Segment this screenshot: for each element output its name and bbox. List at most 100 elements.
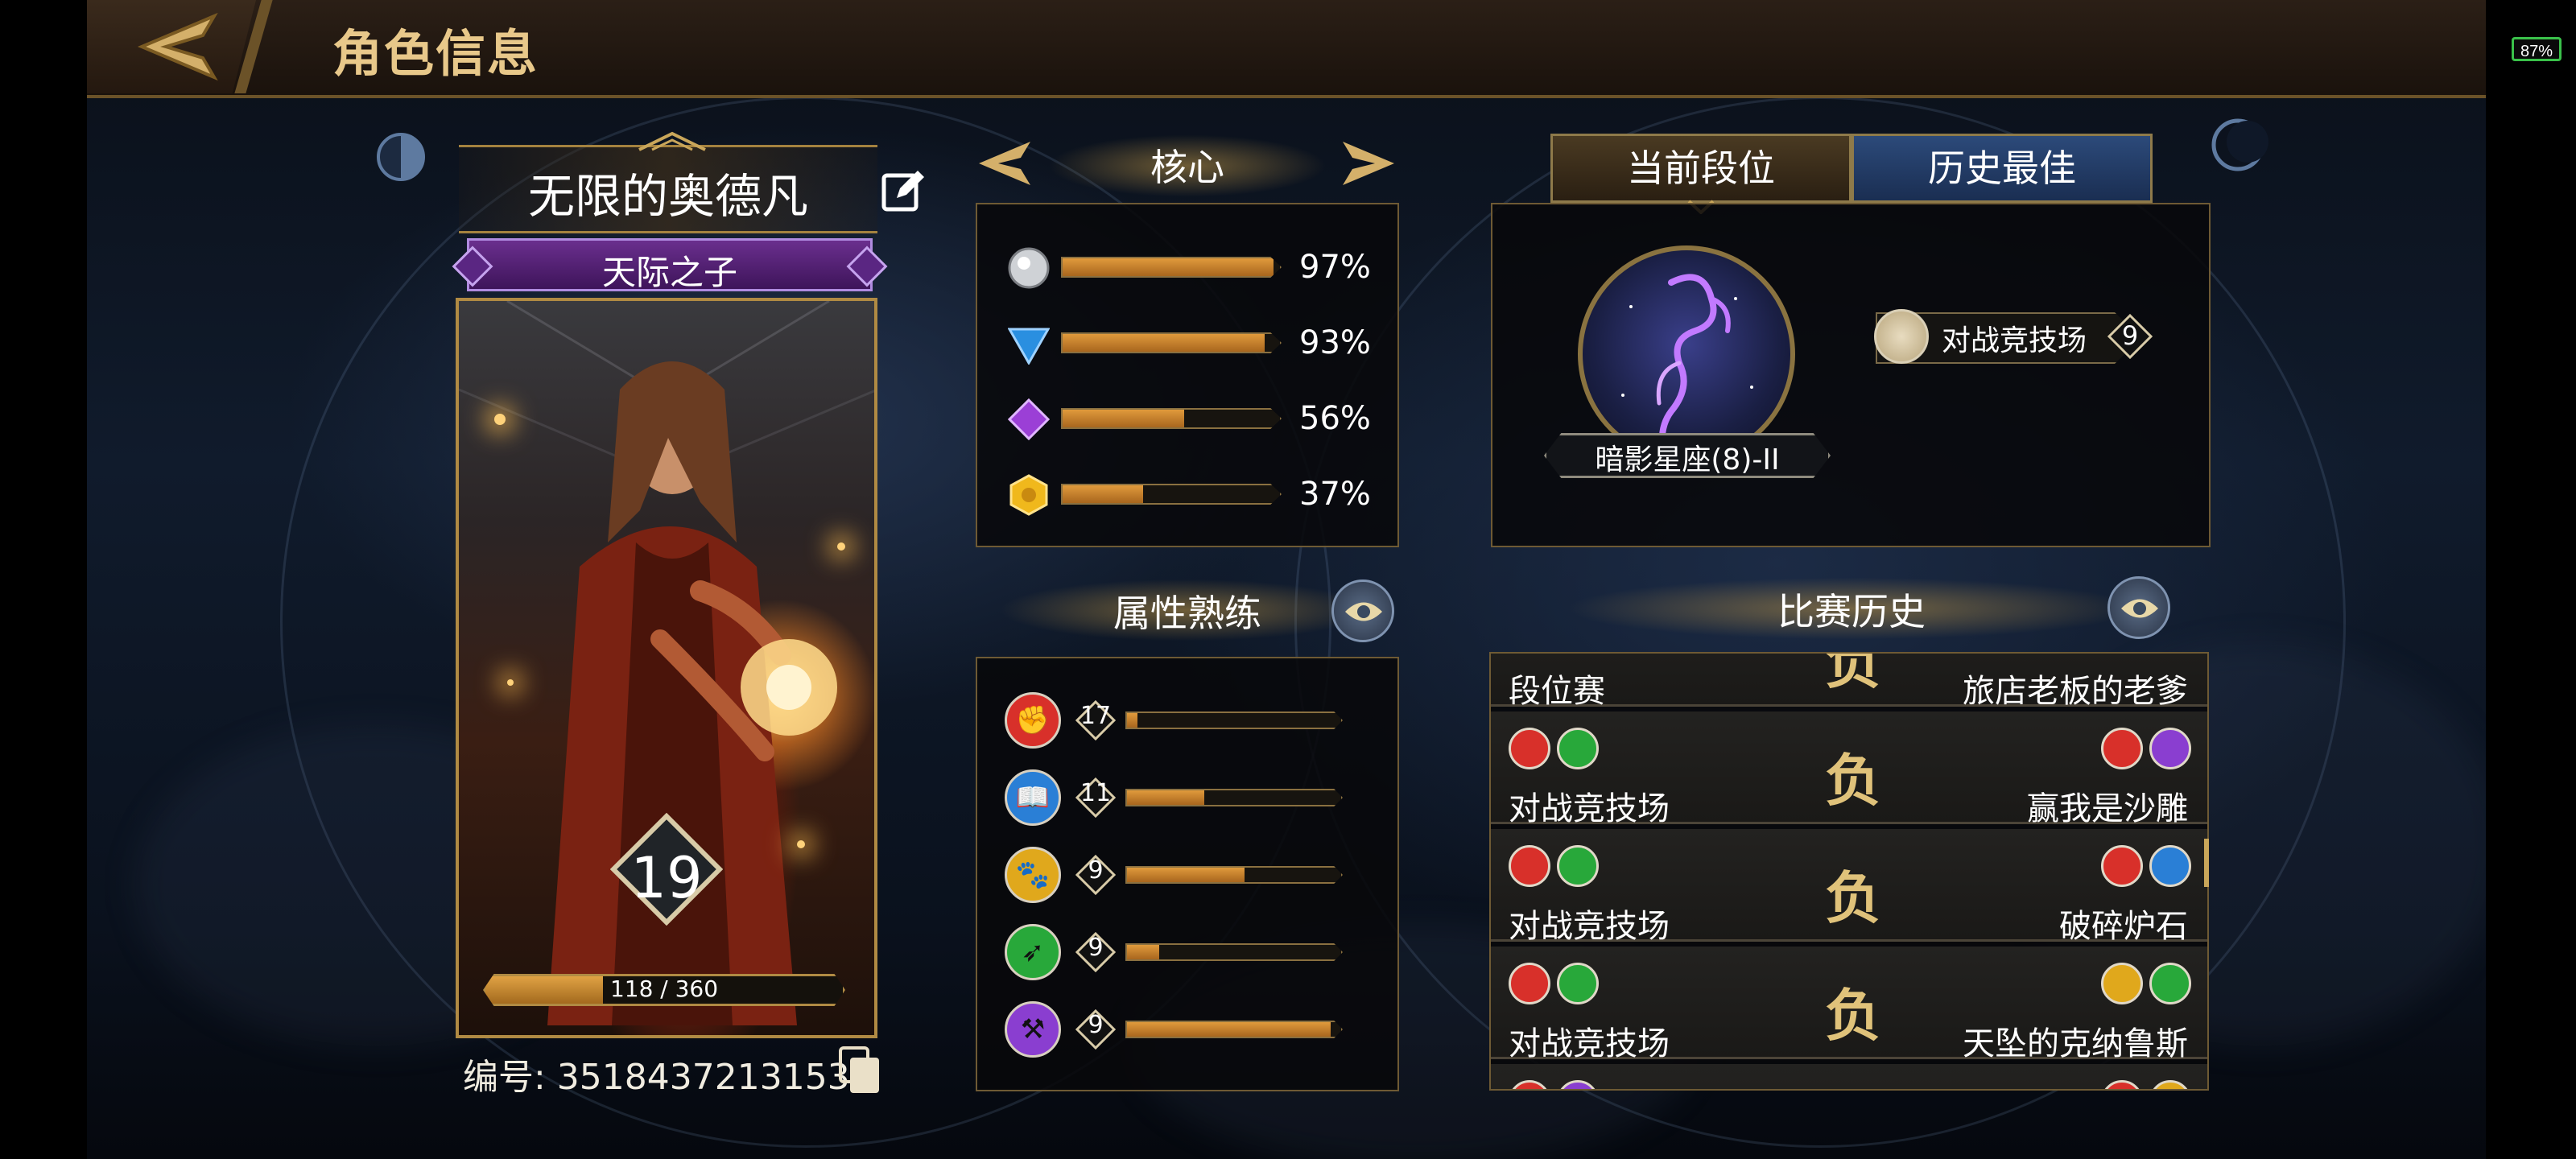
xp-progress-text: 118 / 360	[609, 975, 719, 1002]
green-arrow-icon: ➶	[1005, 924, 1061, 980]
red-fist-icon	[2101, 845, 2143, 887]
ember-light	[797, 840, 805, 848]
match-mode: 对战竞技场	[1509, 908, 1670, 945]
core-next-arrow-icon[interactable]	[1340, 137, 1399, 190]
back-button[interactable]	[87, 0, 256, 93]
match-history-list[interactable]: 负 段位赛 旅店老板的老爹 负 对战竞技场 赢我是沙雕 负 对战竞技场 破碎炉石…	[1489, 652, 2209, 1091]
attribute-level: 9	[1088, 934, 1104, 962]
attribute-progress-bar	[1125, 1021, 1343, 1038]
core-progress-bar	[1061, 484, 1282, 505]
copy-id-icon[interactable]	[837, 1045, 882, 1096]
attribute-progress-bar	[1125, 711, 1343, 729]
attributes-eye-button[interactable]	[1331, 580, 1394, 642]
ember-light	[507, 679, 514, 686]
core-percent: 37%	[1299, 476, 1371, 513]
red-fist-icon	[1509, 963, 1550, 1004]
match-result: 负	[1825, 982, 1881, 1049]
core-percent: 93%	[1299, 324, 1371, 361]
core-title: 核心	[1150, 146, 1224, 189]
attribute-row: ⚒ 9	[977, 993, 1396, 1070]
player-name-plate: 无限的奥德凡	[459, 145, 877, 233]
green-arrow-icon	[1557, 845, 1599, 887]
core-progress-bar	[1061, 332, 1282, 353]
match-opponent: 赢我是沙雕	[2027, 790, 2188, 827]
core-progress-bar	[1061, 408, 1282, 429]
red-fist-icon	[1509, 1080, 1550, 1089]
player-id: 编号: 35184372131538	[463, 1057, 873, 1098]
attribute-level: 11	[1080, 779, 1112, 807]
match-result: 负	[1825, 747, 1881, 814]
history-eye-button[interactable]	[2107, 576, 2170, 639]
ember-light	[837, 542, 845, 551]
silver-orb-icon	[1008, 247, 1050, 289]
core-progress-fill	[1063, 334, 1265, 352]
history-title: 比赛历史	[1777, 590, 1926, 633]
attribute-progress-fill	[1127, 1022, 1331, 1037]
match-result: 负	[1825, 864, 1881, 931]
green-arrow-icon	[1557, 963, 1599, 1004]
attribute-progress-fill	[1127, 790, 1204, 805]
player-name: 无限的奥德凡	[527, 169, 808, 224]
match-row[interactable]: 负 段位赛 旅店老板的老爹	[1491, 652, 2207, 710]
crescent-ornament-icon	[2211, 118, 2268, 171]
red-fist-icon	[2101, 728, 2143, 769]
match-result: 负	[1825, 652, 1881, 696]
attribute-progress-fill	[1127, 868, 1245, 882]
gold-hex-icon	[1009, 474, 1048, 516]
attribute-progress-fill	[1127, 713, 1138, 728]
match-row[interactable]: 负 对战竞技场 天坠的克纳鲁斯	[1491, 947, 2207, 1062]
core-row: 56%	[977, 390, 1396, 447]
match-opponent: 破碎炉石	[2059, 908, 2188, 945]
attributes-panel: ✊ 17 📖 11 🐾 9 ➶ 9 ⚒ 9	[976, 657, 1399, 1091]
shadow-constellation-icon	[1621, 274, 1753, 455]
attribute-progress-bar	[1125, 943, 1343, 961]
player-title: 天际之子	[601, 253, 737, 292]
edit-name-icon[interactable]	[879, 167, 927, 216]
match-row[interactable]: 负 对战竞技场 赢我是沙雕	[1491, 711, 2207, 827]
match-mode: 对战竞技场	[1509, 1025, 1670, 1062]
arena-crest-icon	[1874, 309, 1929, 364]
rank-emblem-icon	[1578, 245, 1795, 463]
match-opponent: 旅店老板的老爹	[1963, 673, 2188, 710]
core-panel: 97% 93% 56% 37%	[976, 203, 1399, 547]
ember-light	[494, 414, 506, 425]
blue-book-icon	[2149, 845, 2191, 887]
player-title-banner: 天际之子	[452, 238, 888, 292]
character-card-art	[456, 298, 877, 1038]
arena-label: 对战竞技场	[1942, 324, 2087, 357]
page-title: 角色信息	[332, 24, 539, 83]
core-row: 37%	[977, 466, 1396, 522]
core-prev-arrow-icon[interactable]	[974, 137, 1034, 190]
attribute-row: 📖 11	[977, 761, 1396, 839]
yellow-beast-icon: 🐾	[1005, 847, 1061, 903]
core-row: 97%	[977, 239, 1396, 295]
tab-current-rank[interactable]: 当前段位	[1550, 134, 1852, 203]
top-bar: 角色信息	[87, 0, 2486, 98]
attribute-level: 17	[1080, 702, 1112, 730]
match-row[interactable]: 负 对战竞技场 破碎炉石	[1491, 829, 2207, 945]
match-row-partial[interactable]	[1491, 1064, 2207, 1089]
eye-icon	[1345, 602, 1382, 621]
attribute-row: 🐾 9	[977, 839, 1396, 916]
history-scrollbar[interactable]	[2204, 839, 2209, 887]
attribute-progress-bar	[1125, 866, 1343, 884]
arena-count: 9	[2121, 320, 2139, 351]
battery-indicator: 87%	[2512, 37, 2562, 61]
back-arrow-icon	[137, 12, 218, 81]
attribute-row: ➶ 9	[977, 916, 1396, 993]
yellow-beast-icon	[2101, 963, 2143, 1004]
match-mode: 对战竞技场	[1509, 790, 1670, 827]
crown-ornament-icon	[638, 131, 706, 151]
green-arrow-icon	[2149, 963, 2191, 1004]
red-fist-icon	[1509, 728, 1550, 769]
purple-anvil-icon: ⚒	[1005, 1001, 1061, 1058]
attribute-level: 9	[1088, 1011, 1104, 1039]
green-arrow-icon	[1557, 728, 1599, 769]
rank-name: 暗影星座(8)-II	[1595, 443, 1780, 476]
player-level: 19	[630, 845, 703, 911]
blue-book-icon: 📖	[1005, 769, 1061, 826]
tab-best-rank[interactable]: 历史最佳	[1852, 134, 2153, 203]
core-percent: 97%	[1299, 249, 1371, 286]
sorceress-figure-icon	[459, 301, 874, 1025]
core-progress-fill	[1063, 485, 1143, 503]
